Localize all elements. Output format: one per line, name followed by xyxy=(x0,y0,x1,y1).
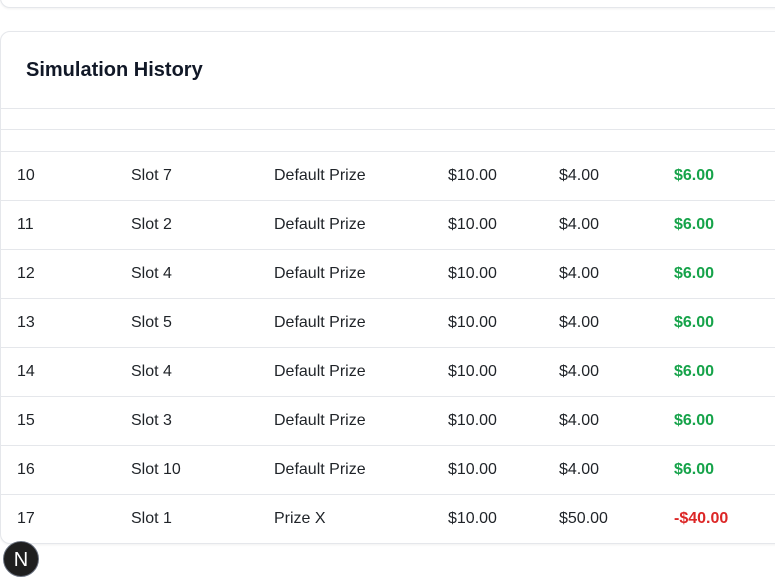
row-id: 12 xyxy=(17,265,35,282)
table-body: 10 Slot 7 Default Prize $10.00 $4.00 $6.… xyxy=(1,152,775,543)
row-cost: $10.00 xyxy=(448,510,497,527)
row-id: 10 xyxy=(17,167,35,184)
row-profit: $6.00 xyxy=(674,265,715,282)
table-spacer xyxy=(1,109,775,129)
row-value: $4.00 xyxy=(559,412,600,429)
simulation-history-card: Simulation History 10 Slot 7 Default Pri… xyxy=(0,31,775,544)
row-id: 17 xyxy=(17,510,35,527)
row-id: 11 xyxy=(17,216,34,233)
row-prize: Default Prize xyxy=(274,412,366,429)
row-cost: $10.00 xyxy=(448,363,497,380)
table-row: 15 Slot 3 Default Prize $10.00 $4.00 $6.… xyxy=(1,397,775,446)
row-cost: $10.00 xyxy=(448,461,497,478)
row-value: $4.00 xyxy=(559,167,600,184)
row-profit: $6.00 xyxy=(674,167,715,184)
row-prize: Default Prize xyxy=(274,167,366,184)
row-id: 13 xyxy=(17,314,35,331)
table-row: 10 Slot 7 Default Prize $10.00 $4.00 $6.… xyxy=(1,152,775,201)
row-profit: $6.00 xyxy=(674,314,715,331)
row-prize: Default Prize xyxy=(274,363,366,380)
row-cost: $10.00 xyxy=(448,167,497,184)
row-slot: Slot 5 xyxy=(131,314,172,331)
row-slot: Slot 7 xyxy=(131,167,172,184)
row-value: $4.00 xyxy=(559,461,600,478)
row-slot: Slot 10 xyxy=(131,461,181,478)
row-cost: $10.00 xyxy=(448,216,497,233)
nextjs-dev-badge-icon[interactable]: N xyxy=(3,541,39,577)
row-prize: Default Prize xyxy=(274,461,366,478)
row-value: $4.00 xyxy=(559,314,600,331)
row-profit: $6.00 xyxy=(674,461,715,478)
row-value: $4.00 xyxy=(559,265,600,282)
card-title: Simulation History xyxy=(26,58,203,81)
row-profit: $6.00 xyxy=(674,412,715,429)
row-cost: $10.00 xyxy=(448,412,497,429)
row-cost: $10.00 xyxy=(448,314,497,331)
table-row: 11 Slot 2 Default Prize $10.00 $4.00 $6.… xyxy=(1,201,775,250)
row-profit: $6.00 xyxy=(674,363,715,380)
row-slot: Slot 4 xyxy=(131,265,172,282)
row-id: 16 xyxy=(17,461,35,478)
row-profit: -$40.00 xyxy=(674,510,729,527)
row-slot: Slot 3 xyxy=(131,412,172,429)
row-id: 15 xyxy=(17,412,35,429)
row-prize: Prize X xyxy=(274,510,326,527)
table-row: 14 Slot 4 Default Prize $10.00 $4.00 $6.… xyxy=(1,348,775,397)
row-value: $4.00 xyxy=(559,363,600,380)
row-id: 14 xyxy=(17,363,35,380)
row-slot: Slot 1 xyxy=(131,510,172,527)
row-value: $4.00 xyxy=(559,216,600,233)
table-header-row xyxy=(1,129,775,152)
previous-card xyxy=(0,0,775,8)
row-prize: Default Prize xyxy=(274,216,366,233)
table-row: 13 Slot 5 Default Prize $10.00 $4.00 $6.… xyxy=(1,299,775,348)
row-cost: $10.00 xyxy=(448,265,497,282)
row-profit: $6.00 xyxy=(674,216,715,233)
row-value: $50.00 xyxy=(559,510,608,527)
table-row: 16 Slot 10 Default Prize $10.00 $4.00 $6… xyxy=(1,446,775,495)
row-prize: Default Prize xyxy=(274,265,366,282)
row-slot: Slot 4 xyxy=(131,363,172,380)
table-row: 17 Slot 1 Prize X $10.00 $50.00 -$40.00 xyxy=(1,495,775,543)
card-header: Simulation History xyxy=(1,32,775,109)
row-slot: Slot 2 xyxy=(131,216,172,233)
row-prize: Default Prize xyxy=(274,314,366,331)
table-row: 12 Slot 4 Default Prize $10.00 $4.00 $6.… xyxy=(1,250,775,299)
